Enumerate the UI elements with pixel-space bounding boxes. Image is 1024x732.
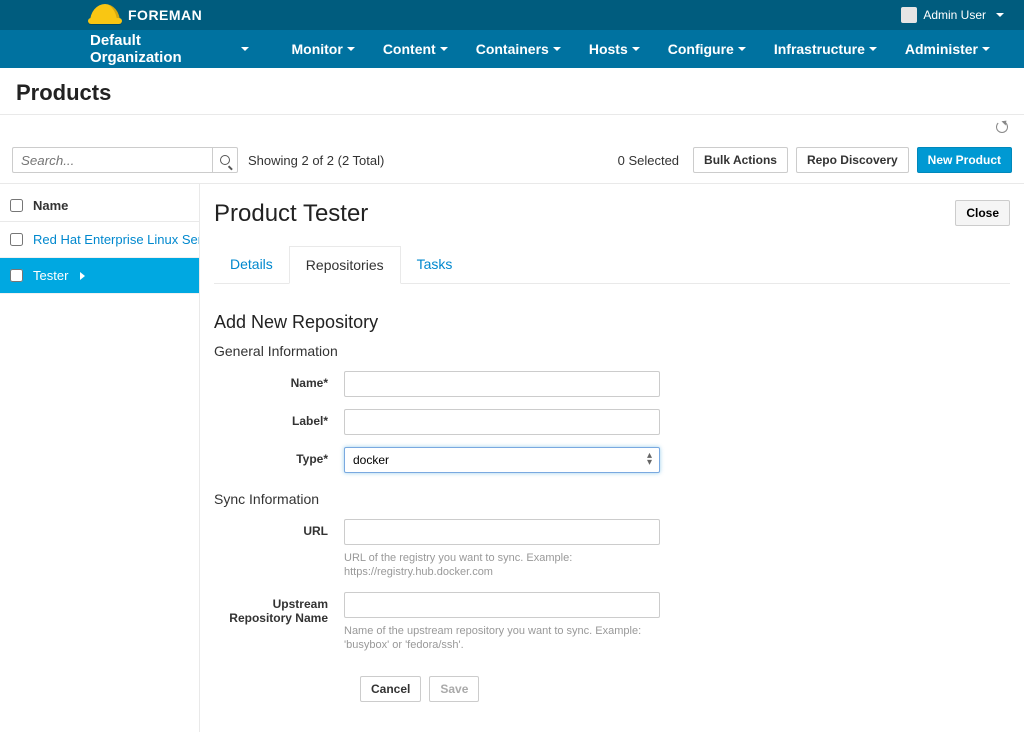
sidebar: Name Red Hat Enterprise Linux Serv Teste… [0, 184, 200, 732]
detail-head: Product Tester Close [214, 200, 1010, 228]
list-item-label: Red Hat Enterprise Linux Serv [33, 232, 199, 247]
tab-repositories[interactable]: Repositories [289, 246, 401, 284]
upstream-help-text: Name of the upstream repository you want… [344, 624, 660, 653]
search-wrap [12, 147, 238, 173]
nav-infrastructure[interactable]: Infrastructure [760, 30, 891, 68]
list-item[interactable]: Tester [0, 258, 199, 294]
chevron-down-icon [241, 47, 249, 51]
nav-hosts[interactable]: Hosts [575, 30, 654, 68]
user-menu[interactable]: Admin User [901, 7, 1004, 23]
form-row-upstream: Upstream Repository Name Name of the ups… [214, 592, 1010, 653]
url-help-text: URL of the registry you want to sync. Ex… [344, 551, 660, 580]
nav-monitor[interactable]: Monitor [277, 30, 368, 68]
chevron-down-icon [632, 47, 640, 51]
name-input[interactable] [344, 371, 660, 397]
form-row-url: URL URL of the registry you want to sync… [214, 519, 1010, 580]
logo-hardhat-icon [90, 4, 120, 26]
chevron-down-icon [869, 47, 877, 51]
nav-label: Containers [476, 41, 549, 57]
brand-wrap: FOREMAN [90, 4, 202, 26]
row-checkbox[interactable] [10, 269, 23, 282]
nav-content[interactable]: Content [369, 30, 462, 68]
user-name: Admin User [923, 8, 986, 22]
org-switcher[interactable]: Default Organization [90, 32, 263, 66]
label-type: Type* [214, 447, 344, 466]
url-input[interactable] [344, 519, 660, 545]
nav-administer[interactable]: Administer [891, 30, 1004, 68]
form-actions: Cancel Save [360, 676, 1010, 702]
nav-containers[interactable]: Containers [462, 30, 575, 68]
subsection-general: General Information [214, 343, 1010, 359]
chevron-right-icon [80, 272, 85, 280]
page-header: Products [0, 68, 1024, 115]
toolbar: Showing 2 of 2 (2 Total) 0 Selected Bulk… [0, 137, 1024, 184]
repo-discovery-button[interactable]: Repo Discovery [796, 147, 909, 173]
chevron-down-icon [738, 47, 746, 51]
subsection-sync: Sync Information [214, 491, 1010, 507]
detail-panel: Product Tester Close Details Repositorie… [200, 184, 1024, 732]
nav-label: Infrastructure [774, 41, 865, 57]
list-item-label: Tester [33, 268, 68, 283]
tab-details[interactable]: Details [214, 246, 289, 283]
detail-title: Product Tester [214, 200, 368, 228]
chevron-down-icon [440, 47, 448, 51]
chevron-down-icon [347, 47, 355, 51]
select-all-checkbox[interactable] [10, 199, 23, 212]
org-name: Default Organization [90, 32, 231, 66]
label-name: Name* [214, 371, 344, 390]
upstream-input[interactable] [344, 592, 660, 618]
form-row-label: Label* [214, 409, 1010, 435]
brand-text: FOREMAN [128, 7, 202, 23]
tab-tasks[interactable]: Tasks [401, 246, 469, 283]
close-button[interactable]: Close [955, 200, 1010, 226]
nav-configure[interactable]: Configure [654, 30, 760, 68]
type-select-wrap: docker ▴▾ [344, 447, 660, 473]
nav-items: Monitor Content Containers Hosts Configu… [277, 30, 890, 68]
chevron-down-icon [996, 13, 1004, 17]
row-checkbox[interactable] [10, 233, 23, 246]
chevron-down-icon [982, 47, 990, 51]
main-nav: Default Organization Monitor Content Con… [0, 30, 1024, 68]
nav-right: Administer [891, 30, 1004, 68]
bulk-actions-button[interactable]: Bulk Actions [693, 147, 788, 173]
search-button[interactable] [212, 147, 238, 173]
tabs: Details Repositories Tasks [214, 246, 1010, 284]
label-upstream: Upstream Repository Name [214, 592, 344, 625]
label-input[interactable] [344, 409, 660, 435]
label-url: URL [214, 519, 344, 538]
type-select[interactable]: docker [344, 447, 660, 473]
header-refresh-row [0, 115, 1024, 137]
form-row-type: Type* docker ▴▾ [214, 447, 1010, 473]
refresh-button[interactable] [992, 117, 1012, 137]
search-icon [220, 155, 230, 165]
cancel-button[interactable]: Cancel [360, 676, 421, 702]
list-item[interactable]: Red Hat Enterprise Linux Serv [0, 222, 199, 258]
showing-text: Showing 2 of 2 (2 Total) [248, 153, 384, 168]
form-row-name: Name* [214, 371, 1010, 397]
new-product-button[interactable]: New Product [917, 147, 1012, 173]
nav-label: Hosts [589, 41, 628, 57]
section-title: Add New Repository [214, 312, 1010, 333]
selected-count: 0 Selected [618, 153, 679, 168]
body-split: Name Red Hat Enterprise Linux Serv Teste… [0, 184, 1024, 732]
nav-label: Monitor [291, 41, 342, 57]
nav-label: Content [383, 41, 436, 57]
toolbar-right: 0 Selected Bulk Actions Repo Discovery N… [618, 147, 1012, 173]
nav-label: Administer [905, 41, 978, 57]
refresh-icon [996, 121, 1008, 133]
name-column-header: Name [33, 198, 68, 213]
user-avatar-icon [901, 7, 917, 23]
label-label: Label* [214, 409, 344, 428]
chevron-down-icon [553, 47, 561, 51]
sidebar-header: Name [0, 190, 199, 222]
save-button[interactable]: Save [429, 676, 479, 702]
page-title: Products [16, 80, 1008, 106]
topbar: FOREMAN Admin User [0, 0, 1024, 30]
nav-label: Configure [668, 41, 734, 57]
search-input[interactable] [12, 147, 212, 173]
